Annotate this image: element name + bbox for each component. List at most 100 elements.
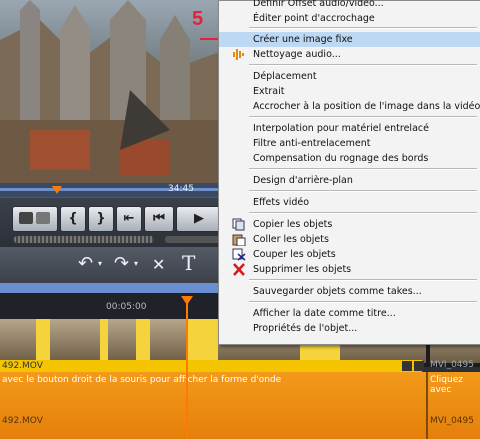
- menu-item-deplacement[interactable]: Déplacement: [219, 69, 480, 84]
- menu-item-label: Copier les objets: [253, 219, 333, 230]
- next-audio-clip-label: MVI_0495: [430, 416, 474, 426]
- film-icon: [19, 212, 50, 224]
- timeline-playhead[interactable]: [186, 300, 188, 439]
- menu-item-label: Afficher la date comme titre...: [253, 308, 396, 319]
- shuttle-bar[interactable]: [165, 236, 220, 243]
- menu-item-extrait[interactable]: Extrait: [219, 84, 480, 99]
- menu-item-label: Accrocher à la position de l'image dans …: [253, 101, 480, 112]
- step-number-annotation: 5: [192, 8, 204, 30]
- clip-thumbnail: [50, 319, 100, 363]
- menu-item-label: Déplacement: [253, 71, 317, 82]
- playhead-handle-icon[interactable]: [181, 296, 193, 305]
- context-menu: Définir Offset audio/vidéo... Éditer poin…: [218, 0, 480, 345]
- menu-item-compensation-du-rognage-des-bords[interactable]: Compensation du rognage des bords: [219, 151, 480, 166]
- menu-item-label: Coller les objets: [253, 234, 329, 245]
- menu-item-label: Créer une image fixe: [253, 34, 353, 45]
- menu-item-label: Propriétés de l'objet...: [253, 323, 358, 334]
- menu-item-label: Supprimer les objets: [253, 264, 352, 275]
- set-out-button[interactable]: }: [88, 206, 114, 232]
- redo-dropdown-icon[interactable]: ▾: [134, 259, 138, 268]
- waveform-hint: avec le bouton droit de la souris pour a…: [2, 375, 282, 385]
- menu-item-nettoyage-audio[interactable]: Nettoyage audio...: [219, 47, 480, 62]
- still-image-marker: [36, 319, 50, 363]
- redo-icon[interactable]: ↷: [114, 253, 129, 274]
- audio-track[interactable]: avec le bouton droit de la souris pour a…: [0, 372, 480, 439]
- menu-item-proprietes-de-l-objet[interactable]: Propriétés de l'objet...: [219, 321, 480, 336]
- preview-time: 34:45: [168, 184, 194, 194]
- clip-thumbnail: [150, 319, 186, 363]
- menu-item-interpolation-pour-materiel-entrelace[interactable]: Interpolation pour matériel entrelacé: [219, 121, 480, 136]
- clip-menu-icon[interactable]: [402, 361, 412, 371]
- audio-clip-label: 492.MOV: [2, 416, 43, 426]
- timeline-ruler-time: 00:05:00: [106, 302, 147, 312]
- menu-item-editer-point-d-accrochage[interactable]: Éditer point d'accrochage: [219, 11, 480, 26]
- preview-playhead-icon[interactable]: [52, 186, 62, 194]
- audio-wave-icon: [232, 48, 246, 61]
- menu-separator: [249, 301, 477, 303]
- menu-item-label: Compensation du rognage des bords: [253, 153, 429, 164]
- menu-item-copier-les-objets[interactable]: Copier les objets: [219, 217, 480, 232]
- menu-item-label: Interpolation pour matériel entrelacé: [253, 123, 429, 134]
- edit-toolbar: ↶ ▾ ↷ ▾ ✕ T: [0, 247, 225, 283]
- menu-item-label: Extrait: [253, 86, 285, 97]
- menu-item-supprimer-les-objets[interactable]: Supprimer les objets: [219, 262, 480, 277]
- preview-scrub-bar[interactable]: 34:45: [0, 183, 225, 197]
- menu-separator: [249, 168, 477, 170]
- next-waveform-hint: Cliquez avec: [430, 375, 463, 395]
- menu-item-label: Définir Offset audio/vidéo...: [253, 0, 384, 9]
- paste-icon: [232, 233, 246, 247]
- delete-x-icon[interactable]: ✕: [152, 255, 165, 274]
- title-text-icon[interactable]: T: [182, 251, 195, 275]
- brace-open-icon: {: [68, 211, 78, 226]
- copy-icon: [232, 218, 246, 231]
- brace-close-icon: }: [96, 211, 106, 226]
- menu-separator: [249, 190, 477, 192]
- menu-separator: [249, 279, 477, 281]
- menu-separator: [249, 64, 477, 66]
- set-in-button[interactable]: {: [60, 206, 86, 232]
- jog-wheel[interactable]: [14, 236, 154, 243]
- menu-item-label: Filtre anti-entrelacement: [253, 138, 371, 149]
- cut-icon: [232, 248, 246, 261]
- jump-left-icon: ⇤: [123, 211, 135, 226]
- delete-icon: [232, 263, 246, 276]
- menu-item-afficher-la-date-comme-titre[interactable]: Afficher la date comme titre...: [219, 306, 480, 321]
- menu-item-coller-les-objets[interactable]: Coller les objets: [219, 232, 480, 247]
- menu-item-label: Design d'arrière-plan: [253, 175, 353, 186]
- menu-item-effets-video[interactable]: Effets vidéo: [219, 195, 480, 210]
- transport-controls: { } ⇤ ⏮ ▶: [0, 197, 225, 248]
- previous-button[interactable]: ⏮: [144, 206, 174, 232]
- still-image-marker: [136, 319, 150, 363]
- menu-separator: [249, 212, 477, 214]
- undo-dropdown-icon[interactable]: ▾: [98, 259, 102, 268]
- play-icon: ▶: [194, 211, 204, 226]
- menu-item-sauvegarder-objets-comme-takes[interactable]: Sauvegarder objets comme takes...: [219, 284, 480, 299]
- timeline-header: [0, 283, 225, 293]
- menu-separator: [249, 27, 477, 29]
- menu-item-design-d-arriere-plan[interactable]: Design d'arrière-plan: [219, 173, 480, 188]
- menu-item-accrocher-a-la-position-de-l-image-dans-la-video[interactable]: Accrocher à la position de l'image dans …: [219, 99, 480, 114]
- menu-item-label: Nettoyage audio...: [253, 49, 341, 60]
- menu-item-label: Effets vidéo: [253, 197, 310, 208]
- next-clip-label: MVI_0495: [430, 360, 474, 370]
- view-toggle-button[interactable]: [12, 206, 58, 232]
- clip-menu-icon[interactable]: [414, 361, 424, 371]
- undo-icon[interactable]: ↶: [78, 253, 93, 274]
- play-button[interactable]: ▶: [176, 206, 222, 232]
- still-image-marker: [186, 319, 218, 363]
- menu-item-creer-une-image-fixe[interactable]: Créer une image fixe: [219, 32, 480, 47]
- menu-item-label: Sauvegarder objets comme takes...: [253, 286, 422, 297]
- still-image-marker: [100, 319, 108, 363]
- go-to-marker-button[interactable]: ⇤: [116, 206, 142, 232]
- menu-item-definir-offset-audio-video[interactable]: Définir Offset audio/vidéo...: [219, 0, 480, 11]
- clip-thumbnail: [108, 319, 136, 363]
- menu-item-label: Éditer point d'accrochage: [253, 13, 375, 24]
- skip-back-icon: ⏮: [153, 211, 165, 226]
- menu-item-couper-les-objets[interactable]: Couper les objets: [219, 247, 480, 262]
- clip-boundary: [426, 372, 428, 439]
- menu-item-label: Couper les objets: [253, 249, 336, 260]
- menu-item-filtre-anti-entrelacement[interactable]: Filtre anti-entrelacement: [219, 136, 480, 151]
- clip-thumbnail: [0, 319, 36, 363]
- menu-separator: [249, 116, 477, 118]
- video-clip-label: 492.MOV: [0, 360, 422, 372]
